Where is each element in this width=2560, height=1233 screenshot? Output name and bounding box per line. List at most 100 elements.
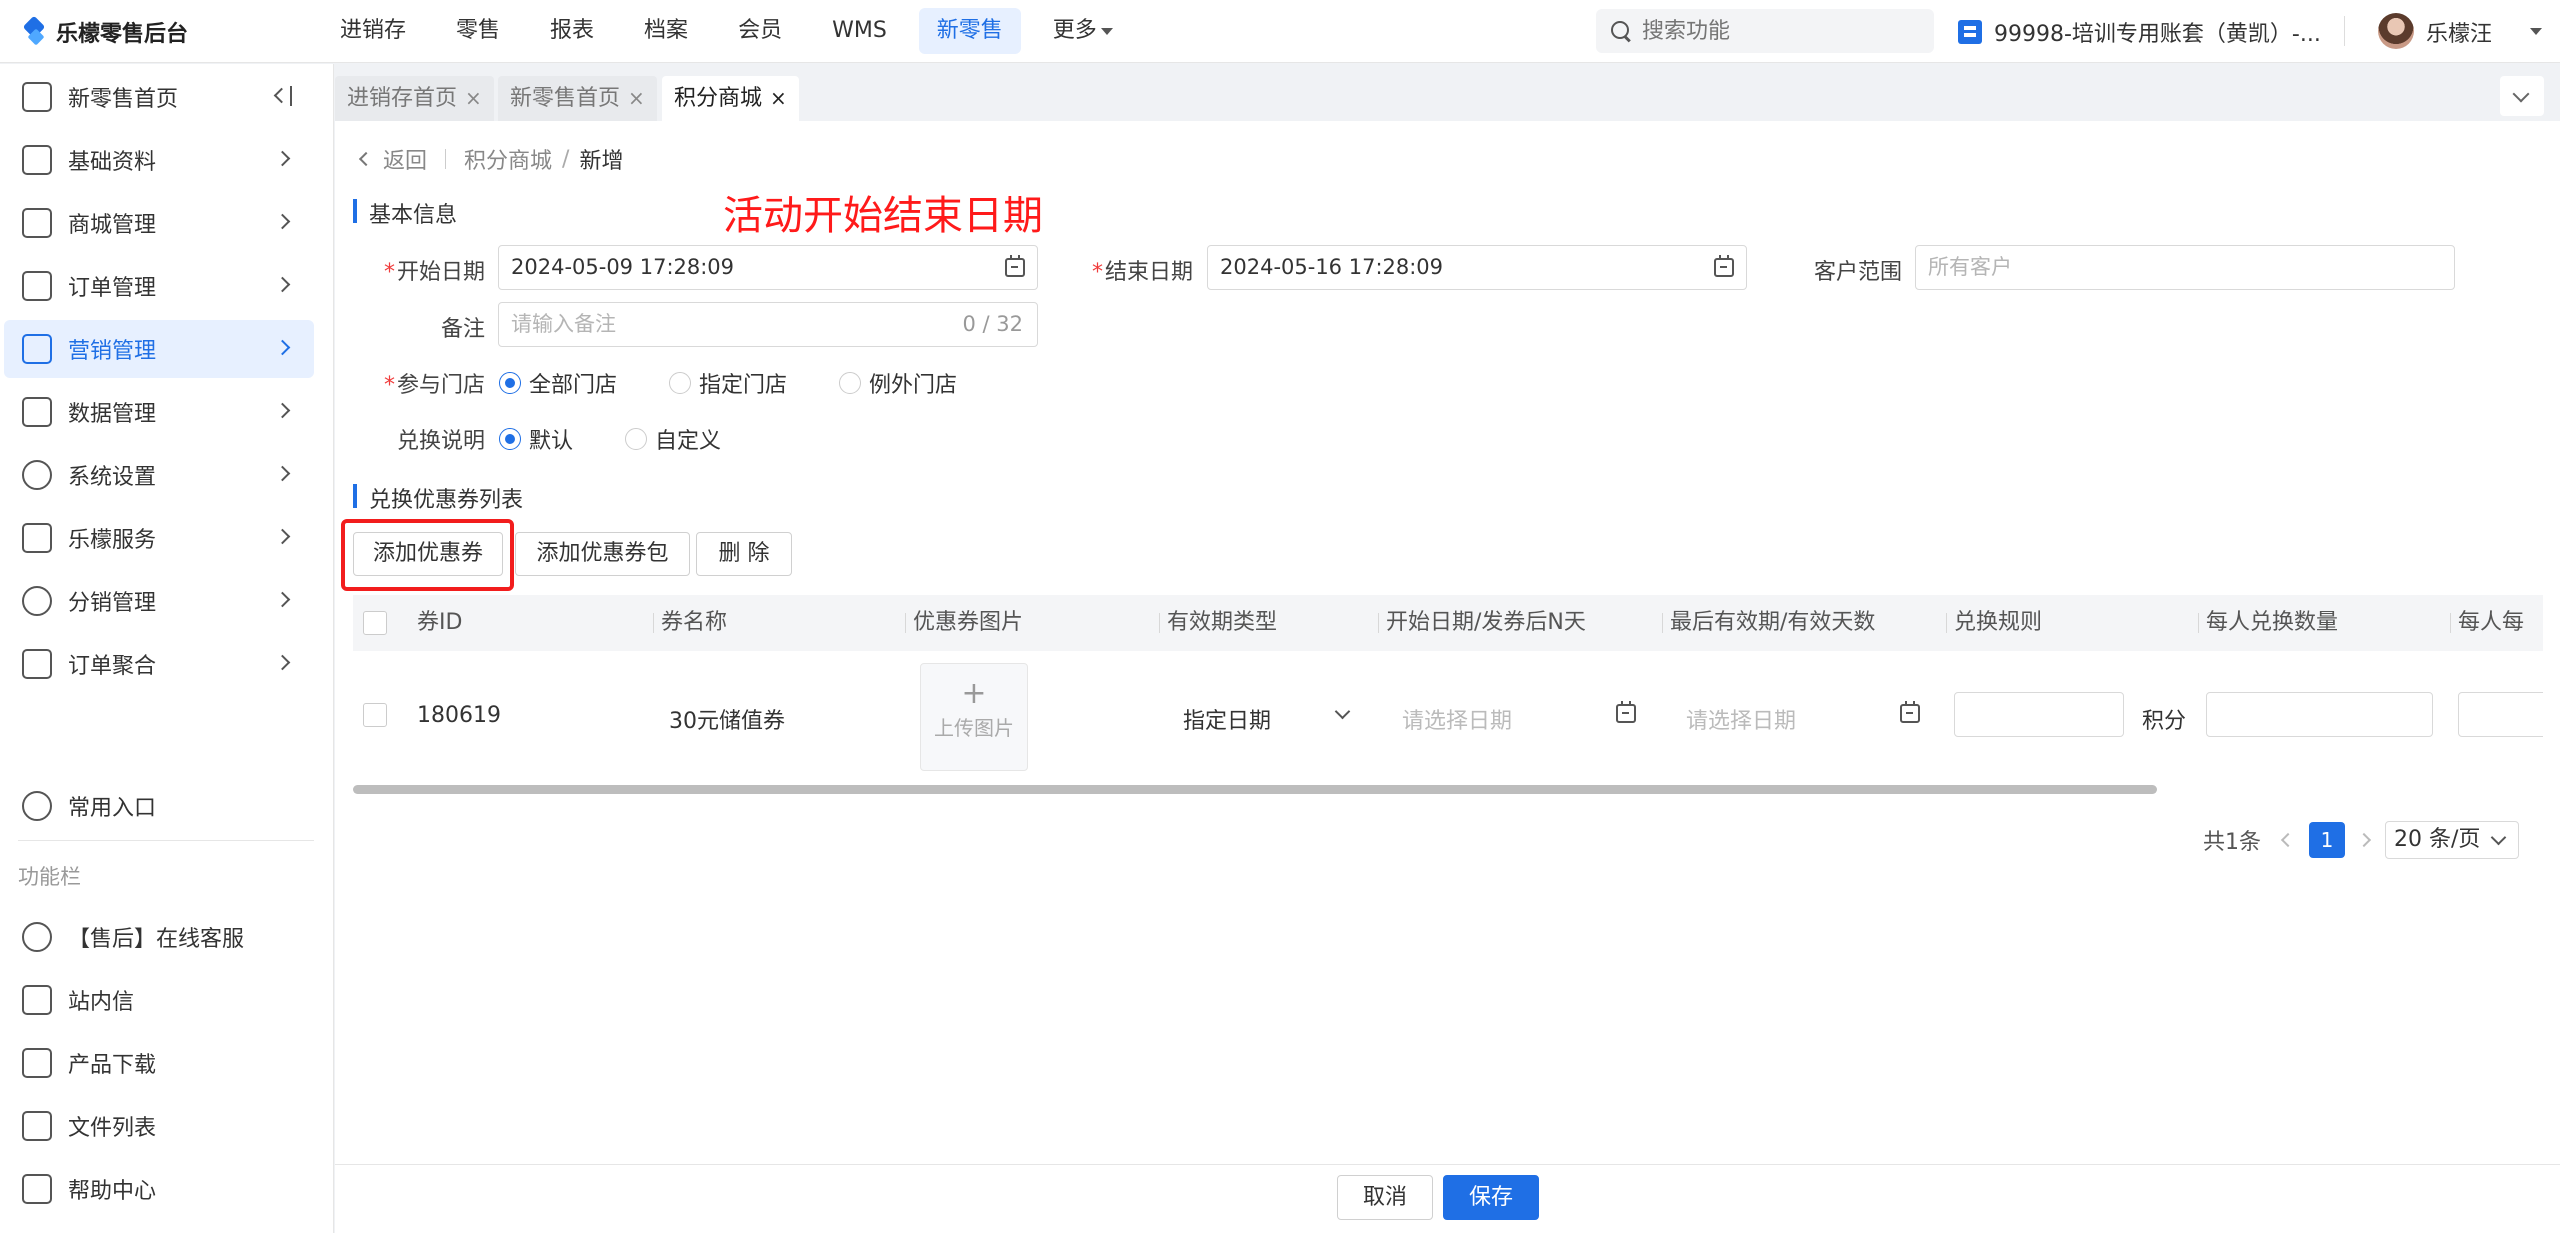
page-number-current[interactable]: 1	[2309, 822, 2345, 858]
column-header: 优惠券图片	[905, 595, 1023, 651]
sidebar-item-order-aggregate[interactable]: 订单聚合	[4, 635, 314, 693]
radio-default[interactable]: 默认	[499, 423, 625, 455]
sidebar-tool-help[interactable]: 帮助中心	[4, 1160, 314, 1218]
nav-item-new-retail[interactable]: 新零售	[918, 8, 1021, 54]
radio-excluded-stores[interactable]: 例外门店	[839, 367, 957, 399]
start-date-cell-picker[interactable]: 请选择日期	[1402, 703, 1512, 735]
radio-checked-icon	[499, 428, 521, 450]
nav-item-more[interactable]: 更多	[1035, 8, 1131, 54]
nav-item-archives[interactable]: 档案	[626, 8, 706, 54]
add-coupon-button[interactable]: 添加优惠券	[353, 532, 503, 576]
back-link[interactable]: 返回	[383, 143, 427, 175]
add-coupon-package-button[interactable]: 添加优惠券包	[515, 532, 690, 576]
sidebar-tool-messages[interactable]: 站内信	[4, 971, 314, 1029]
radio-label: 默认	[529, 429, 574, 454]
breadcrumb-parent[interactable]: 积分商城	[464, 143, 552, 175]
sidebar-item-orders[interactable]: 订单管理	[4, 257, 314, 315]
upload-image-button[interactable]: + 上传图片	[920, 663, 1028, 771]
radio-label: 自定义	[655, 429, 722, 454]
close-icon[interactable]: ×	[770, 76, 787, 121]
sidebar-item-label: 站内信	[68, 990, 135, 1015]
back-arrow-icon[interactable]	[358, 151, 374, 167]
user-name[interactable]: 乐檬汪	[2426, 16, 2492, 48]
annotation-text: 活动开始结束日期	[723, 193, 1043, 239]
sidebar-item-basic-data[interactable]: 基础资料	[4, 131, 314, 189]
sidebar-item-mall[interactable]: 商城管理	[4, 194, 314, 252]
collapse-sidebar-icon[interactable]	[272, 86, 292, 106]
prev-page-icon[interactable]	[2280, 832, 2296, 848]
search-box[interactable]	[1596, 9, 1934, 53]
delete-button[interactable]: 删 除	[696, 532, 792, 576]
horizontal-scrollbar[interactable]	[353, 785, 2157, 794]
chevron-down-icon	[1334, 703, 1351, 720]
sidebar-item-favorites[interactable]: 常用入口	[4, 777, 314, 835]
sidebar-item-service[interactable]: 乐檬服务	[4, 509, 314, 567]
sidebar-tool-file-list[interactable]: 文件列表	[4, 1097, 314, 1155]
cancel-button[interactable]: 取消	[1337, 1175, 1433, 1220]
app-logo[interactable]: 乐檬零售后台	[22, 14, 188, 50]
exchange-quantity-input[interactable]	[2206, 692, 2433, 737]
select-all-checkbox[interactable]	[363, 611, 387, 635]
per-person-limit-input[interactable]	[2458, 692, 2543, 737]
tabs-dropdown-button[interactable]	[2500, 76, 2544, 116]
download-icon	[22, 1048, 52, 1078]
account-selector[interactable]: 99998-培训专用账套（黄凯）-...	[1958, 14, 2321, 50]
nav-item-reports[interactable]: 报表	[532, 8, 612, 54]
close-icon[interactable]: ×	[465, 76, 482, 121]
tab-points-mall[interactable]: 积分商城 ×	[662, 76, 799, 121]
sidebar-tool-download[interactable]: 产品下载	[4, 1034, 314, 1092]
chevron-right-icon	[274, 654, 291, 671]
column-header: 开始日期/发券后N天	[1378, 595, 1586, 651]
search-input[interactable]	[1642, 18, 1922, 44]
sidebar-item-label: 营销管理	[68, 339, 157, 364]
radio-all-stores[interactable]: 全部门店	[499, 367, 669, 399]
table-row: 180619 30元储值券 + 上传图片 指定日期 请选择日期 请选择日期 积分	[353, 651, 2543, 775]
tab-new-retail-home[interactable]: 新零售首页 ×	[498, 76, 657, 121]
avatar[interactable]	[2378, 13, 2414, 49]
nav-item-members[interactable]: 会员	[720, 8, 800, 54]
end-date-cell-picker[interactable]: 请选择日期	[1686, 703, 1796, 735]
sidebar-item-data[interactable]: 数据管理	[4, 383, 314, 441]
exchange-note-radio-group: 默认 自定义	[499, 423, 721, 455]
file-list-icon	[22, 1111, 52, 1141]
radio-specified-stores[interactable]: 指定门店	[669, 367, 839, 399]
breadcrumb-current: 新增	[579, 149, 624, 174]
close-icon[interactable]: ×	[628, 76, 645, 121]
remark-input[interactable]: 请输入备注 0 / 32	[498, 302, 1038, 347]
calendar-icon	[1005, 255, 1025, 277]
sidebar-item-new-retail-home[interactable]: 新零售首页	[4, 68, 314, 126]
page-size-select[interactable]: 20 条/页	[2385, 821, 2519, 859]
chevron-right-icon	[274, 150, 291, 167]
nav-item-retail[interactable]: 零售	[438, 8, 518, 54]
sidebar-group-label: 功能栏	[18, 865, 81, 889]
top-bar: 乐檬零售后台 进销存 零售 报表 档案 会员 WMS 新零售 更多 99998-…	[0, 0, 2560, 63]
customer-range-input[interactable]: 所有客户	[1915, 245, 2455, 290]
chevron-right-icon	[274, 465, 291, 482]
save-button[interactable]: 保存	[1443, 1175, 1539, 1220]
validity-type-select[interactable]: 指定日期	[1183, 703, 1271, 735]
sidebar-item-marketing[interactable]: 营销管理	[4, 320, 314, 378]
upload-label: 上传图片	[934, 716, 1014, 740]
end-date-picker[interactable]: 2024-05-16 17:28:09	[1207, 245, 1747, 290]
chevron-right-icon	[274, 213, 291, 230]
sidebar-item-label: 文件列表	[68, 1116, 157, 1141]
nav-item-purchase-sales[interactable]: 进销存	[322, 8, 424, 54]
sidebar-item-settings[interactable]: 系统设置	[4, 446, 314, 504]
points-unit-label: 积分	[2142, 709, 2187, 734]
radio-custom[interactable]: 自定义	[625, 423, 721, 455]
user-dropdown-icon[interactable]	[2530, 28, 2542, 35]
tab-purchase-sales-home[interactable]: 进销存首页 ×	[335, 76, 494, 121]
sidebar-tool-online-support[interactable]: 【售后】在线客服	[4, 908, 314, 966]
start-date-value: 2024-05-09 17:28:09	[511, 255, 735, 279]
start-date-picker[interactable]: 2024-05-09 17:28:09	[498, 245, 1038, 290]
row-checkbox[interactable]	[363, 703, 387, 727]
exchange-points-input[interactable]	[1954, 692, 2124, 737]
sidebar-item-distribution[interactable]: 分销管理	[4, 572, 314, 630]
store-scope-label: *参与门店	[335, 367, 485, 399]
breadcrumb-separator: /	[562, 146, 570, 172]
mail-icon	[22, 985, 52, 1015]
chevron-right-icon	[274, 339, 291, 356]
next-page-icon[interactable]	[2356, 832, 2372, 848]
nav-item-wms[interactable]: WMS	[814, 8, 905, 54]
store-scope-radio-group: 全部门店 指定门店 例外门店	[499, 367, 957, 399]
